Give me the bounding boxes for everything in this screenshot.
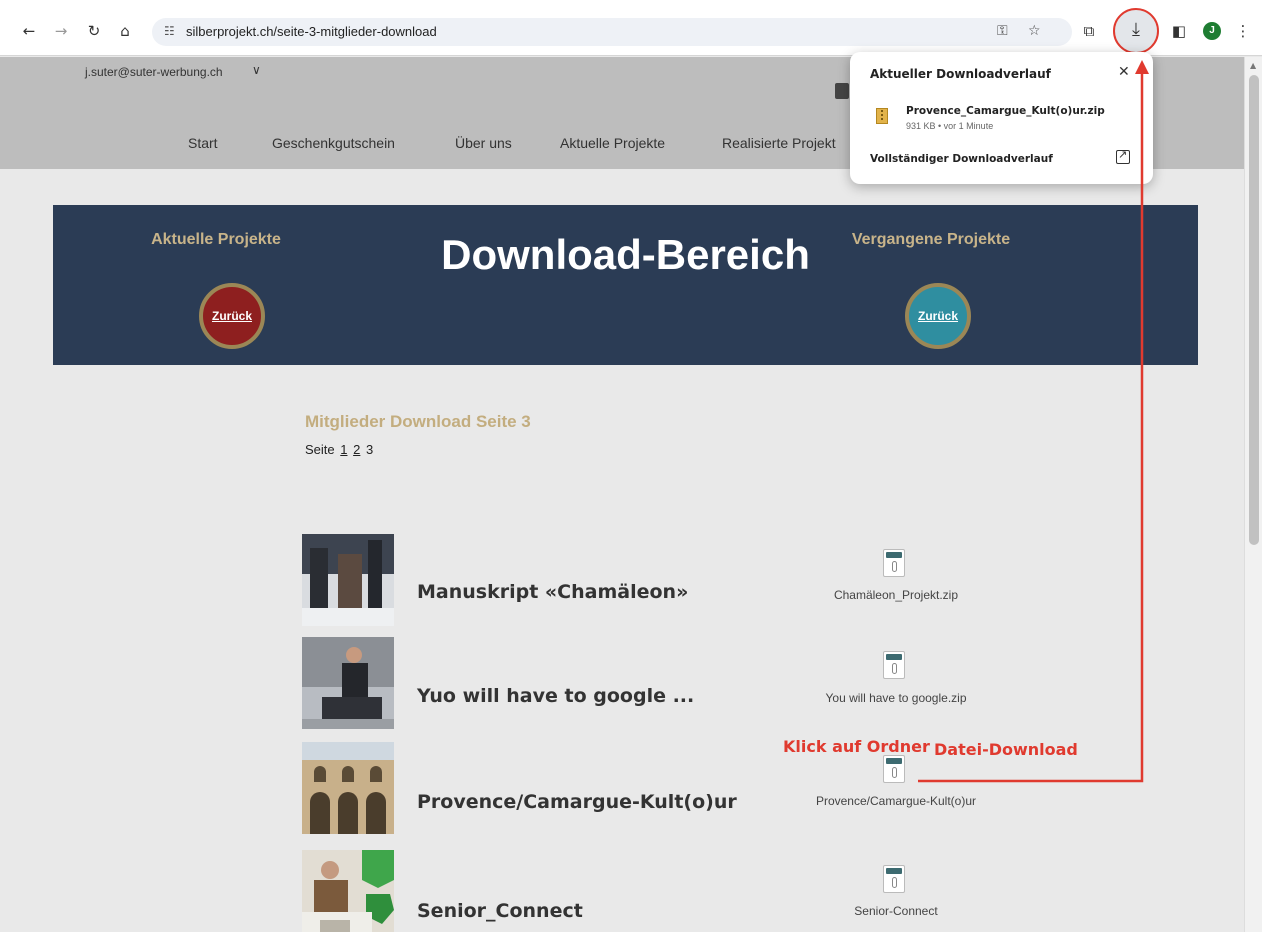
file-link[interactable]: You will have to google.zip [766,691,1026,705]
nav-realisierte-projekte[interactable]: Realisierte Projekt [722,135,836,151]
download-banner: Aktuelle Projekte Download-Bereich Verga… [53,205,1198,365]
file-link[interactable]: Chamäleon_Projekt.zip [766,588,1026,602]
page-link-2[interactable]: 2 [353,442,360,457]
nav-ueber-uns[interactable]: Über uns [455,135,512,151]
open-external-icon[interactable] [1116,148,1130,164]
close-icon[interactable]: ✕ [1118,64,1130,80]
project-thumbnail [302,534,394,626]
project-thumbnail [302,850,394,932]
file-attachment-icon[interactable] [883,651,905,679]
project-title: Senior_Connect [417,900,583,922]
download-history-popup: Aktueller Downloadverlauf ✕ Provence_Cam… [850,52,1153,184]
downloads-icon[interactable]: ⤓ [1113,8,1159,54]
forward-icon[interactable]: → [50,20,72,42]
page-current: 3 [365,442,374,457]
address-bar[interactable]: ☷ silberprojekt.ch/seite-3-mitglieder-do… [152,18,1072,46]
nav-geschenkgutschein[interactable]: Geschenkgutschein [272,135,395,151]
reload-icon[interactable]: ↻ [83,20,105,42]
url-text[interactable]: silberprojekt.ch/seite-3-mitglieder-down… [186,24,437,39]
nav-start[interactable]: Start [188,135,218,151]
shopping-bag-icon[interactable] [835,83,849,99]
chevron-down-icon[interactable]: ∨ [252,63,261,77]
folder-file-icon[interactable] [883,755,905,783]
file-link[interactable]: Provence/Camargue-Kult(o)ur [766,794,1026,808]
zip-file-icon [876,108,888,124]
page-content: j.suter@suter-werbung.ch ∨ Start Geschen… [0,57,1244,932]
side-panel-icon[interactable]: ◧ [1168,20,1190,42]
scrollbar-thumb[interactable] [1249,75,1259,545]
popup-title: Aktueller Downloadverlauf [870,67,1051,81]
nav-aktuelle-projekte[interactable]: Aktuelle Projekte [560,135,665,151]
browser-toolbar: ← → ↻ ⌂ ☷ silberprojekt.ch/seite-3-mitgl… [0,0,1262,56]
file-attachment-icon[interactable] [883,865,905,893]
project-title: Yuo will have to google ... [417,685,695,707]
bookmark-star-icon[interactable]: ☆ [1028,23,1041,39]
project-thumbnail [302,637,394,729]
user-email[interactable]: j.suter@suter-werbung.ch [85,65,223,79]
back-button-past[interactable]: Zurück [905,283,971,349]
full-download-history-link[interactable]: Vollständiger Downloadverlauf [870,153,1053,165]
project-title: Manuskript «Chamäleon» [417,581,689,603]
downloaded-file-meta: 931 KB • vor 1 Minute [906,121,994,131]
scroll-up-icon[interactable]: ▲ [1250,61,1256,70]
password-key-icon[interactable]: ⚿ [997,23,1008,39]
project-title: Provence/Camargue-Kult(o)ur [417,791,737,813]
home-icon[interactable]: ⌂ [114,20,136,42]
page-title: Download-Bereich [441,231,810,278]
annotation-click-folder: Klick auf Ordner [783,737,930,756]
file-attachment-icon[interactable] [883,549,905,577]
file-link[interactable]: Senior-Connect [766,904,1026,918]
page-link-1[interactable]: 1 [340,442,347,457]
pagination: Seite 1 2 3 [305,442,373,457]
extensions-icon[interactable]: ⧉ [1078,20,1100,42]
back-button-current[interactable]: Zurück [199,283,265,349]
profile-avatar[interactable]: J [1203,22,1221,40]
browser-menu-icon[interactable]: ⋮ [1232,20,1254,42]
project-thumbnail [302,742,394,834]
vertical-scrollbar[interactable]: ▲ [1244,57,1262,932]
pager-label: Seite [305,442,335,457]
back-icon[interactable]: ← [18,20,40,42]
banner-right-label: Vergangene Projekte [851,231,1011,248]
annotation-file-download: Datei-Download [934,740,1078,759]
site-info-icon[interactable]: ☷ [164,24,175,38]
downloaded-file-link[interactable]: Provence_Camargue_Kult(o)ur.zip [906,105,1105,117]
section-heading: Mitglieder Download Seite 3 [305,412,531,431]
